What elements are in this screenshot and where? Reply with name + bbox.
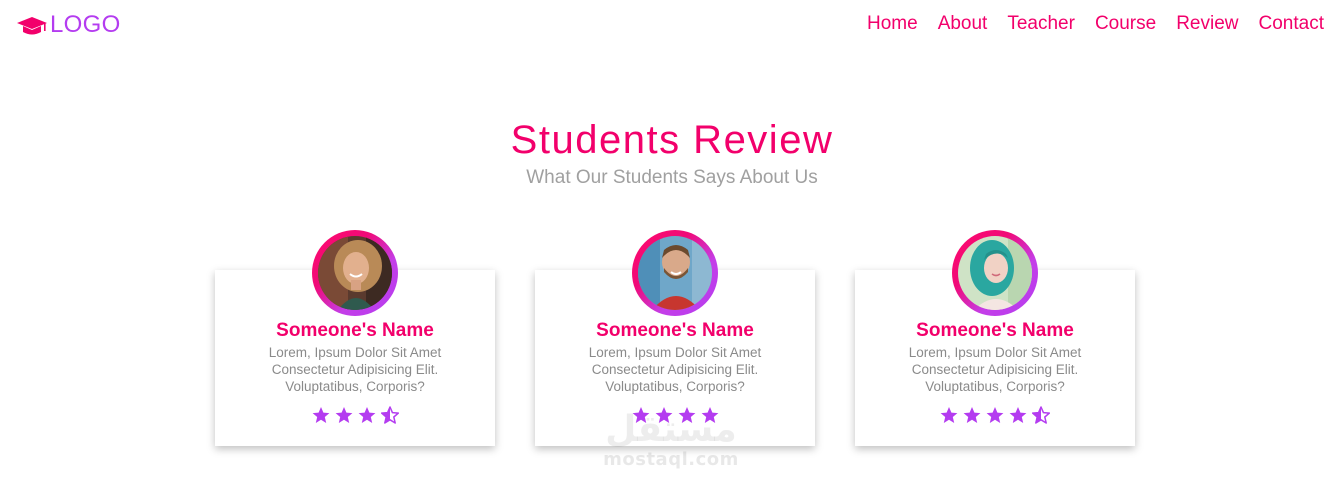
avatar	[638, 236, 712, 310]
site-header: LOGO Home About Teacher Course Review Co…	[0, 0, 1344, 52]
graduation-cap-icon	[16, 13, 48, 37]
avatar-ring	[312, 230, 398, 316]
nav-contact[interactable]: Contact	[1259, 13, 1324, 35]
star-icon	[335, 406, 353, 424]
star-icon	[632, 406, 650, 424]
star-rating	[215, 406, 495, 424]
star-half-icon	[380, 406, 399, 424]
review-text: Lorem, Ipsum Dolor Sit Amet Consectetur …	[588, 345, 762, 394]
reviewer-name: Someone's Name	[596, 320, 754, 341]
avatar	[318, 236, 392, 310]
nav-home[interactable]: Home	[867, 13, 918, 35]
avatar-ring	[952, 230, 1038, 316]
review-card: Someone's Name Lorem, Ipsum Dolor Sit Am…	[215, 230, 495, 446]
star-icon	[1009, 406, 1027, 424]
star-icon	[986, 406, 1004, 424]
section-title: Students Review	[510, 118, 834, 162]
logo[interactable]: LOGO	[16, 11, 121, 39]
nav-review[interactable]: Review	[1176, 13, 1238, 35]
section-subtitle: What Our Students Says About Us	[526, 167, 818, 188]
logo-text: LOGO	[50, 11, 121, 38]
star-rating	[535, 406, 815, 424]
watermark-latin: mostaql.com	[603, 449, 739, 470]
review-card: Someone's Name Lorem, Ipsum Dolor Sit Am…	[535, 230, 815, 446]
star-icon	[312, 406, 330, 424]
avatar	[958, 236, 1032, 310]
star-icon	[701, 406, 719, 424]
review-text: Lorem, Ipsum Dolor Sit Amet Consectetur …	[908, 345, 1082, 394]
star-icon	[358, 406, 376, 424]
main-nav: Home About Teacher Course Review Contact	[867, 13, 1324, 35]
nav-about[interactable]: About	[938, 13, 988, 35]
star-icon	[963, 406, 981, 424]
reviewer-name: Someone's Name	[916, 320, 1074, 341]
star-icon	[940, 406, 958, 424]
star-icon	[655, 406, 673, 424]
nav-teacher[interactable]: Teacher	[1007, 13, 1075, 35]
star-half-icon	[1031, 406, 1051, 424]
star-rating	[855, 406, 1135, 424]
review-card: Someone's Name Lorem, Ipsum Dolor Sit Am…	[855, 230, 1135, 446]
review-text: Lorem, Ipsum Dolor Sit Amet Consectetur …	[268, 345, 442, 394]
nav-course[interactable]: Course	[1095, 13, 1156, 35]
avatar-ring	[632, 230, 718, 316]
reviewer-name: Someone's Name	[276, 320, 434, 341]
star-icon	[678, 406, 696, 424]
